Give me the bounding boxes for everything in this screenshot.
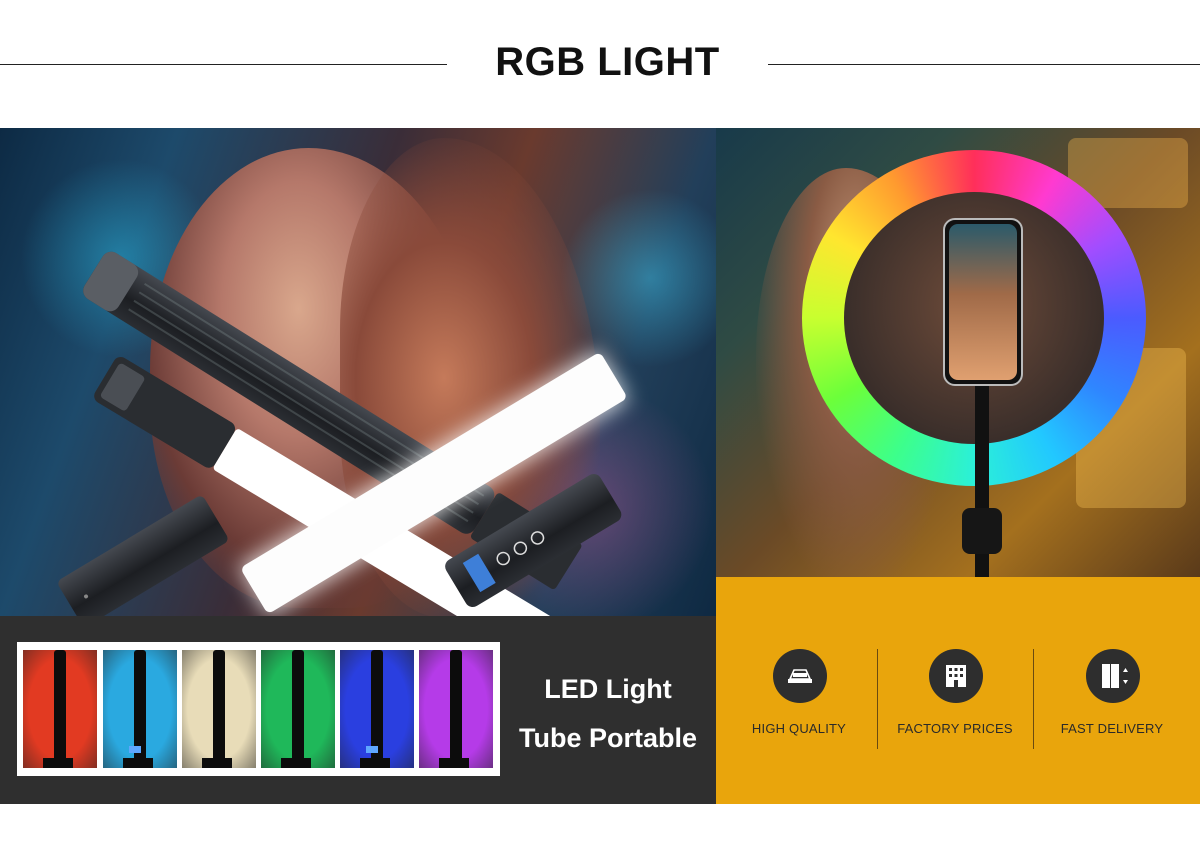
tube-lcd bbox=[366, 746, 378, 753]
phone-screen bbox=[949, 224, 1017, 380]
tube-base bbox=[281, 758, 311, 768]
led-tube-graphic bbox=[58, 251, 629, 616]
tube-silhouette bbox=[213, 650, 225, 768]
color-swatch-strip bbox=[17, 642, 500, 776]
color-swatch-purple bbox=[419, 650, 493, 768]
tube-lcd bbox=[129, 746, 141, 753]
led-tube-caption-panel: LED Light Tube Portable bbox=[0, 616, 716, 804]
header-rule-right bbox=[768, 64, 1200, 65]
feature-label: HIGH QUALITY bbox=[751, 721, 847, 736]
tube-base bbox=[360, 758, 390, 768]
feature-label: FACTORY PRICES bbox=[897, 721, 1013, 736]
tube-base bbox=[43, 758, 73, 768]
building-icon bbox=[929, 649, 983, 703]
tube-base bbox=[123, 758, 153, 768]
tube-silhouette bbox=[54, 650, 66, 768]
tube-silhouette bbox=[292, 650, 304, 768]
section-header: RGB LIGHT bbox=[0, 0, 1200, 128]
features-panel: HIGH QUALITY FACTORY PRICES FAST DELIVER… bbox=[716, 577, 1200, 804]
tube-silhouette bbox=[450, 650, 462, 768]
feature-label: FAST DELIVERY bbox=[1060, 721, 1164, 736]
header-rule-left bbox=[0, 64, 447, 65]
tube-base bbox=[439, 758, 469, 768]
color-swatch-green bbox=[261, 650, 335, 768]
caption-line-1: LED Light bbox=[544, 674, 672, 704]
feature-high-quality: HIGH QUALITY bbox=[718, 649, 880, 749]
color-swatch-deep-blue bbox=[340, 650, 414, 768]
door-arrows-icon bbox=[1086, 649, 1140, 703]
feature-fast-delivery: FAST DELIVERY bbox=[1031, 649, 1193, 749]
color-swatch-red bbox=[23, 650, 97, 768]
feature-factory-prices: FACTORY PRICES bbox=[874, 649, 1036, 749]
caption-line-2: Tube Portable bbox=[518, 723, 698, 753]
ring-light-hero-image bbox=[716, 128, 1200, 577]
smartphone bbox=[943, 218, 1023, 386]
color-swatch-warm-white bbox=[182, 650, 256, 768]
color-swatch-blue bbox=[103, 650, 177, 768]
led-tube-hero-image bbox=[0, 128, 716, 616]
ball-head-mount bbox=[962, 508, 1002, 554]
taxi-sign-icon bbox=[773, 649, 827, 703]
page-title: RGB LIGHT bbox=[495, 40, 720, 84]
tube-base bbox=[202, 758, 232, 768]
